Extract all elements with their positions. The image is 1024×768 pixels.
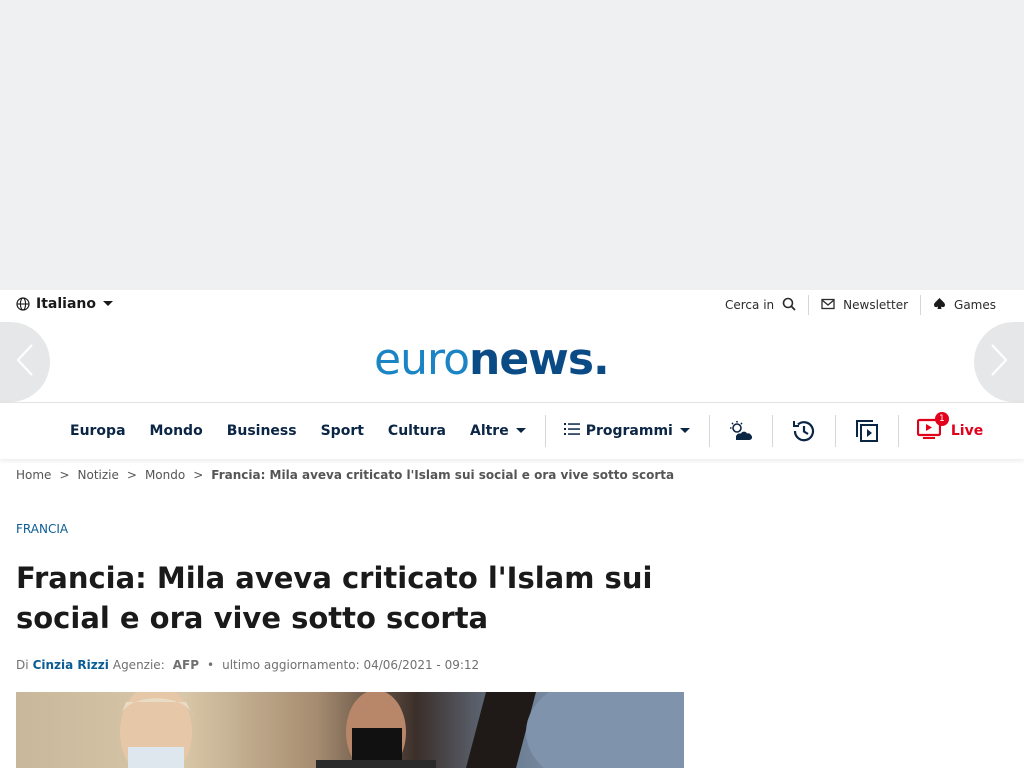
divider xyxy=(544,415,546,447)
games-label: Games xyxy=(954,298,996,312)
main-navigation: Europa Mondo Business Sport Cultura Altr… xyxy=(0,402,1024,459)
altre-label: Altre xyxy=(469,423,509,439)
breadcrumb-separator: > xyxy=(59,468,70,482)
language-label: Italiano xyxy=(36,296,96,312)
breadcrumb: Home > Notizie > Mondo > Francia: Mila a… xyxy=(16,468,674,482)
top-bar: Italiano Cerca in Newsletter Games xyxy=(0,290,1024,322)
live-label: Live xyxy=(950,423,984,439)
next-article-button[interactable] xyxy=(974,322,1024,402)
top-links: Cerca in Newsletter Games xyxy=(713,295,1008,315)
breadcrumb-world[interactable]: Mondo xyxy=(145,468,185,482)
breadcrumb-current: Francia: Mila aveva criticato l'Islam su… xyxy=(211,468,675,482)
live-count-badge: 1 xyxy=(934,412,949,426)
article-photo xyxy=(16,692,684,768)
nav-item-business[interactable]: Business xyxy=(227,423,297,439)
logo-text-euro: euro xyxy=(374,334,470,385)
spade-icon xyxy=(933,297,946,313)
by-prefix: Di xyxy=(16,658,29,672)
nav-item-sport[interactable]: Sport xyxy=(321,423,364,439)
latest-news-icon[interactable] xyxy=(791,418,817,444)
nav-item-programmi[interactable]: Programmi xyxy=(563,422,691,440)
breadcrumb-separator: > xyxy=(193,468,204,482)
programmi-label: Programmi xyxy=(585,423,673,439)
article-tag[interactable]: FRANCIA xyxy=(16,522,68,536)
author-link[interactable]: Cinzia Rizzi xyxy=(33,658,109,672)
divider xyxy=(834,415,836,447)
breadcrumb-home[interactable]: Home xyxy=(16,468,51,482)
caret-down-icon xyxy=(515,423,527,439)
article-title: Francia: Mila aveva criticato l'Islam su… xyxy=(16,561,653,635)
weather-icon[interactable] xyxy=(728,418,754,444)
nav-item-mondo[interactable]: Mondo xyxy=(150,423,203,439)
divider xyxy=(897,415,899,447)
newsletter-label: Newsletter xyxy=(843,298,909,312)
nav-item-europa[interactable]: Europa xyxy=(70,423,126,439)
tv-icon: 1 xyxy=(916,412,949,444)
header: euronews. xyxy=(0,322,1024,402)
agency-name: AFP xyxy=(172,658,200,672)
previous-article-button[interactable] xyxy=(0,322,50,402)
newsletter-link[interactable]: Newsletter xyxy=(809,298,920,313)
search-icon xyxy=(782,297,796,314)
chevron-right-icon xyxy=(989,343,1009,381)
divider xyxy=(771,415,773,447)
agency-label: Agenzie: xyxy=(112,658,165,672)
nav-item-altre[interactable]: Altre xyxy=(470,423,527,439)
article-byline: Di Cinzia Rizzi Agenzie: AFP • ultimo ag… xyxy=(16,658,479,672)
logo-text-news: news. xyxy=(469,334,610,385)
advertisement-area xyxy=(0,0,1024,290)
nav-menu: Europa Mondo Business Sport Cultura Altr… xyxy=(70,403,983,459)
globe-icon xyxy=(16,297,30,311)
breadcrumb-news[interactable]: Notizie xyxy=(78,468,119,482)
mail-icon xyxy=(821,298,835,313)
divider xyxy=(708,415,710,447)
video-playlist-icon[interactable] xyxy=(854,418,880,444)
breadcrumb-separator: > xyxy=(126,468,137,482)
caret-down-icon xyxy=(679,423,691,439)
updated-timestamp: ultimo aggiornamento: 04/06/2021 - 09:12 xyxy=(222,658,480,672)
chevron-left-icon xyxy=(15,343,35,381)
search-link[interactable]: Cerca in xyxy=(713,297,808,314)
bullet-separator: • xyxy=(207,658,215,672)
caret-down-icon xyxy=(102,300,114,308)
live-button[interactable]: 1 Live xyxy=(916,412,984,444)
language-selector[interactable]: Italiano xyxy=(16,296,114,312)
list-icon xyxy=(563,422,580,440)
search-label: Cerca in xyxy=(725,298,775,312)
games-link[interactable]: Games xyxy=(921,297,1008,313)
nav-item-cultura[interactable]: Cultura xyxy=(388,423,446,439)
euronews-logo[interactable]: euronews. xyxy=(374,334,610,385)
